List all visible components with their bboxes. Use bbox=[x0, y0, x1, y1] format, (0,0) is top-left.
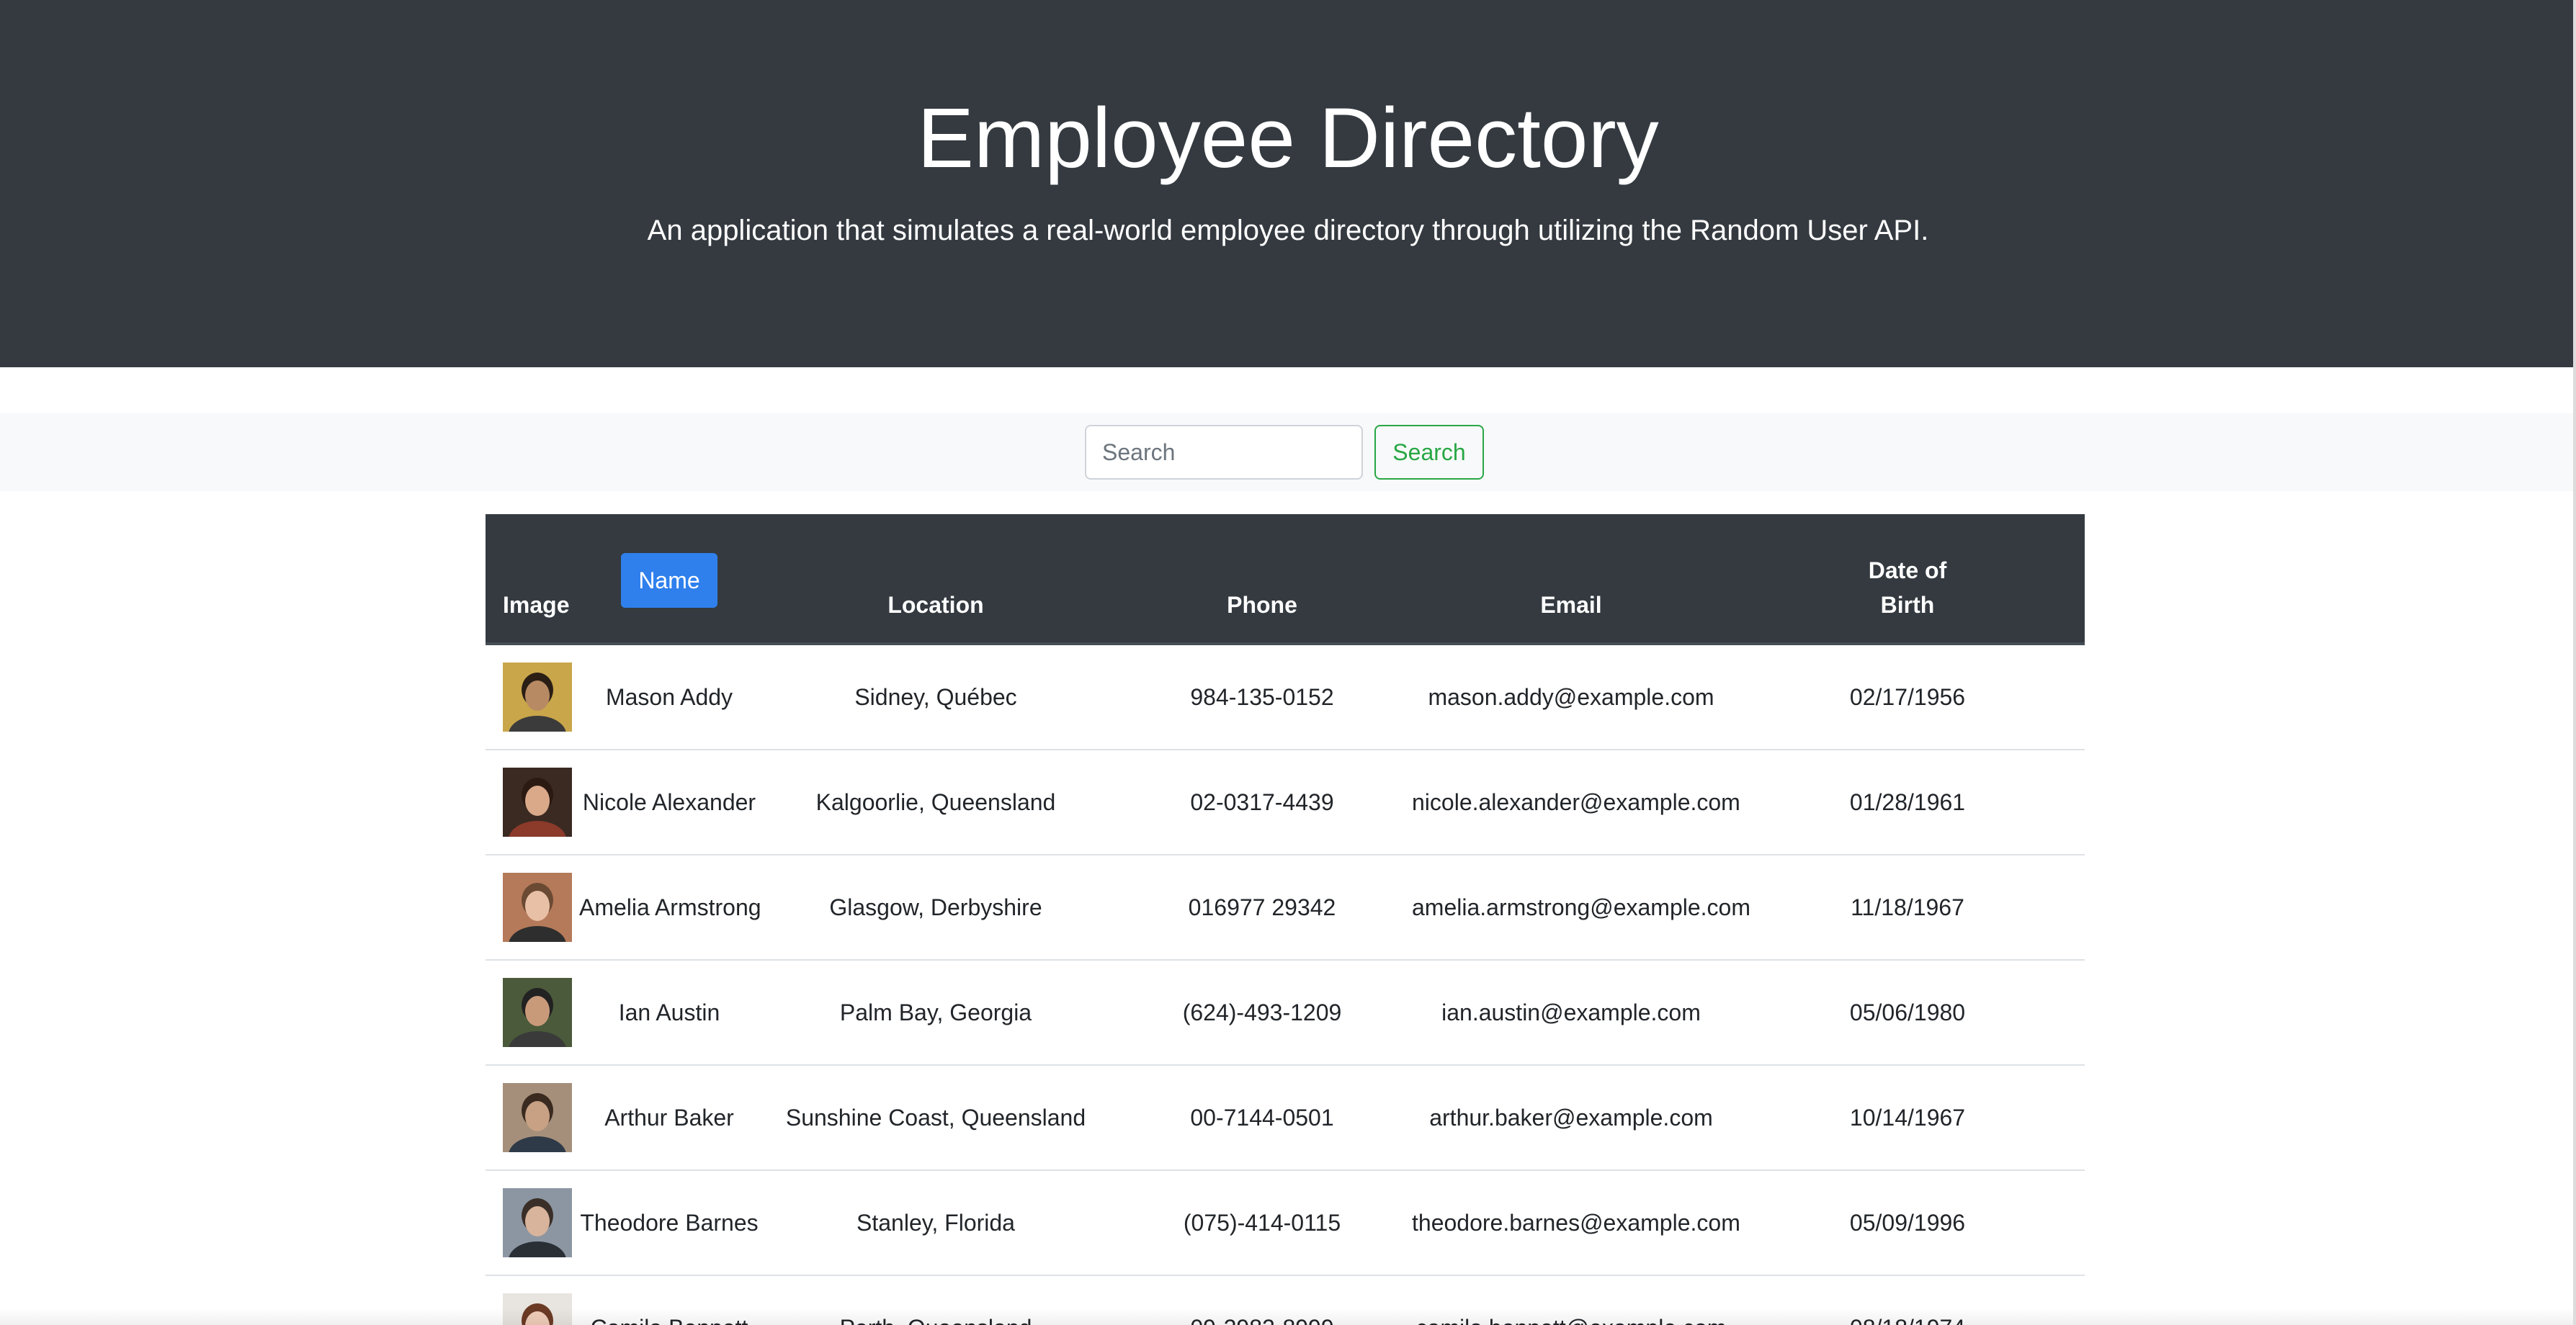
table-row: Amelia Armstrong Glasgow, Derbyshire 01697… bbox=[486, 855, 2085, 961]
location-cell: Kalgoorlie, Queensland bbox=[759, 750, 1112, 855]
location-cell: Sidney, Québec bbox=[759, 644, 1112, 750]
phone-cell: (075)-414-0115 bbox=[1112, 1170, 1412, 1276]
jumbotron-header: Employee Directory An application that s… bbox=[0, 0, 2576, 367]
bottom-shadow bbox=[0, 1308, 2576, 1325]
name-cell: Mason Addy bbox=[579, 644, 759, 750]
column-header-dob-line2: Birth bbox=[1880, 592, 1935, 618]
name-cell: Amelia Armstrong bbox=[579, 855, 761, 961]
table-row: Theodore Barnes Stanley, Florida (075)-414… bbox=[486, 1170, 2085, 1276]
image-cell bbox=[486, 960, 579, 1066]
table-row: Nicole Alexander Kalgoorlie, Queensland 02… bbox=[486, 750, 2085, 855]
window-edge bbox=[2573, 0, 2576, 1325]
email-cell: arthur.baker@example.com bbox=[1412, 1065, 1730, 1171]
page: Employee Directory An application that s… bbox=[0, 0, 2576, 1325]
email-cell: mason.addy@example.com bbox=[1412, 644, 1730, 750]
dob-cell: 05/06/1980 bbox=[1730, 960, 2085, 1066]
avatar bbox=[503, 873, 572, 942]
table-header-row: Image Name Location Phone Email Date of … bbox=[486, 514, 2085, 645]
column-header-name: Name bbox=[579, 514, 759, 645]
page-subtitle: An application that simulates a real-wor… bbox=[647, 215, 1929, 246]
name-cell: Theodore Barnes bbox=[579, 1170, 759, 1276]
avatar bbox=[503, 768, 572, 837]
table-row: Arthur Baker Sunshine Coast, Queensland 00… bbox=[486, 1065, 2085, 1171]
phone-cell: (624)-493-1209 bbox=[1112, 960, 1412, 1066]
table-header: Image Name Location Phone Email Date of … bbox=[486, 514, 2085, 645]
column-header-image: Image bbox=[486, 514, 579, 645]
column-header-email: Email bbox=[1412, 514, 1730, 645]
avatar bbox=[503, 978, 572, 1047]
table-row: Mason Addy Sidney, Québec 984-135-0152 maso… bbox=[486, 644, 2085, 750]
email-cell: ian.austin@example.com bbox=[1412, 960, 1730, 1066]
column-header-dob-line1: Date of bbox=[1868, 557, 1947, 583]
name-cell: Ian Austin bbox=[579, 960, 759, 1066]
phone-cell: 00-7144-0501 bbox=[1112, 1065, 1412, 1171]
dob-cell: 05/09/1996 bbox=[1730, 1170, 2085, 1276]
table-body: Mason Addy Sidney, Québec 984-135-0152 maso… bbox=[486, 644, 2085, 1325]
column-header-location: Location bbox=[759, 514, 1112, 645]
phone-cell: 016977 29342 bbox=[1112, 855, 1412, 961]
location-cell: Palm Bay, Georgia bbox=[759, 960, 1112, 1066]
email-cell: theodore.barnes@example.com bbox=[1412, 1170, 1740, 1276]
phone-cell: 02-0317-4439 bbox=[1112, 750, 1412, 855]
table-row: Ian Austin Palm Bay, Georgia (624)-493-120… bbox=[486, 960, 2085, 1066]
avatar bbox=[503, 1083, 572, 1152]
search-button[interactable]: Search bbox=[1374, 425, 1484, 480]
sort-by-name-button[interactable]: Name bbox=[621, 553, 717, 608]
image-cell bbox=[486, 1065, 579, 1171]
page-title: Employee Directory bbox=[917, 91, 1659, 186]
location-cell: Glasgow, Derbyshire bbox=[759, 855, 1112, 961]
location-cell: Stanley, Florida bbox=[759, 1170, 1112, 1276]
email-cell: amelia.armstrong@example.com bbox=[1412, 855, 1750, 961]
employee-table: Image Name Location Phone Email Date of … bbox=[486, 514, 2085, 1325]
phone-cell: 984-135-0152 bbox=[1112, 644, 1412, 750]
avatar bbox=[503, 662, 572, 732]
dob-cell: 01/28/1961 bbox=[1730, 750, 2085, 855]
image-cell bbox=[486, 750, 579, 855]
email-cell: nicole.alexander@example.com bbox=[1412, 750, 1740, 855]
name-cell: Arthur Baker bbox=[579, 1065, 759, 1171]
image-cell bbox=[486, 644, 579, 750]
search-bar: Search bbox=[0, 413, 2576, 491]
dob-cell: 10/14/1967 bbox=[1730, 1065, 2085, 1171]
name-cell: Nicole Alexander bbox=[579, 750, 759, 855]
image-cell bbox=[486, 1170, 579, 1276]
image-cell bbox=[486, 855, 579, 961]
location-cell: Sunshine Coast, Queensland bbox=[759, 1065, 1112, 1171]
column-header-phone: Phone bbox=[1112, 514, 1412, 645]
avatar bbox=[503, 1188, 572, 1257]
dob-cell: 11/18/1967 bbox=[1730, 855, 2085, 961]
employee-table-container: Image Name Location Phone Email Date of … bbox=[486, 514, 2085, 1325]
search-input[interactable] bbox=[1085, 425, 1363, 480]
column-header-dob: Date of Birth bbox=[1730, 514, 2085, 645]
dob-cell: 02/17/1956 bbox=[1730, 644, 2085, 750]
